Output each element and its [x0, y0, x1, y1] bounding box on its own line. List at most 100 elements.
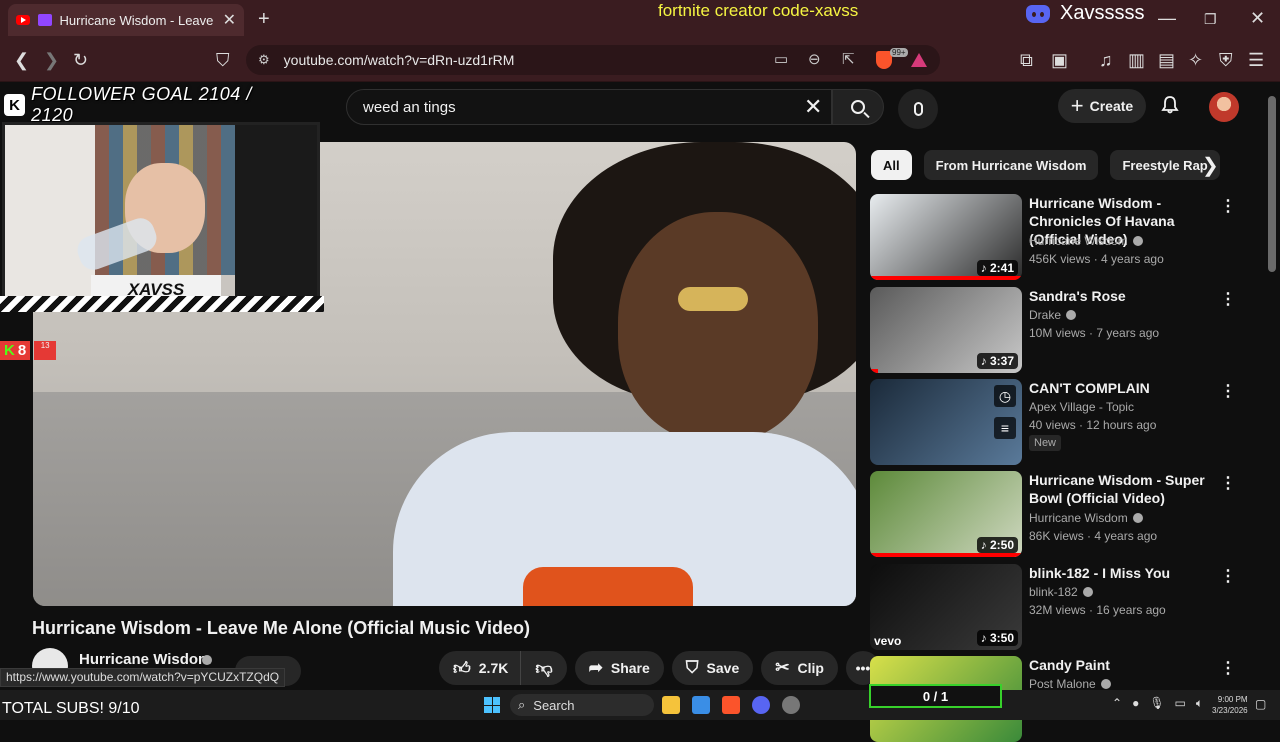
save-button[interactable]: ⛉ Save: [671, 651, 754, 685]
chip-from-channel[interactable]: From Hurricane Wisdom: [923, 150, 1099, 180]
discord-taskbar-icon[interactable]: [752, 696, 770, 714]
recommendation-card[interactable]: ♪ 2:41 Hurricane Wisdom - Chronicles Of H…: [870, 194, 1236, 280]
chip-all[interactable]: All: [871, 150, 912, 180]
clip-button[interactable]: ✂ Clip: [761, 651, 838, 685]
more-vertical-icon[interactable]: ⋮: [1220, 289, 1236, 309]
recommendation-title[interactable]: Candy Paint: [1029, 656, 1213, 674]
brave-rewards-icon[interactable]: [911, 53, 927, 67]
sidebar-icon[interactable]: ▥: [1128, 50, 1145, 71]
recommendation-card[interactable]: ♪ 2:50 Hurricane Wisdom - Super Bowl (Off…: [870, 471, 1236, 557]
tab-close-icon[interactable]: ✕: [223, 10, 236, 30]
add-to-queue-icon[interactable]: ≡: [994, 417, 1016, 439]
video-thumbnail[interactable]: ◷ ≡: [870, 379, 1022, 465]
recommendation-title[interactable]: Sandra's Rose: [1029, 287, 1213, 305]
vpn-icon[interactable]: ⛨: [1219, 50, 1233, 71]
recommendation-card[interactable]: ♪ 3:37 Sandra's Rose Drake 10M views · 7 ye…: [870, 287, 1236, 373]
recommendation-channel[interactable]: Hurricane Wisdom: [1029, 234, 1143, 248]
create-button[interactable]: + Create: [1058, 89, 1146, 123]
video-thumbnail[interactable]: ♪ 2:50: [870, 471, 1022, 557]
watch-progress-bar: [870, 276, 1022, 280]
voice-search-button[interactable]: [898, 89, 938, 129]
leo-ai-icon[interactable]: ✧: [1188, 50, 1203, 71]
verified-icon: [1132, 236, 1143, 246]
recommendation-card[interactable]: ◷ ≡ CAN'T COMPLAIN Apex Village - Topic 40 v…: [870, 379, 1236, 465]
address-bar[interactable]: ⚙ youtube.com/watch?v=dRn-uzd1rRM: [246, 45, 940, 75]
video-thumbnail[interactable]: ♪ 3:37: [870, 287, 1022, 373]
browser-tab[interactable]: Hurricane Wisdom - Leave Me Alone (Offic…: [8, 4, 244, 36]
search-input[interactable]: weed an tings: [346, 89, 832, 125]
channel-name[interactable]: Hurricane Wisdom: [79, 651, 211, 668]
clear-search-icon[interactable]: ✕: [804, 94, 822, 120]
new-tab-button[interactable]: +: [258, 8, 270, 31]
tray-volume-icon[interactable]: 🔈︎: [1196, 696, 1203, 711]
recommendation-channel[interactable]: Post Malone: [1029, 677, 1111, 691]
tab-group-icon: [37, 14, 52, 26]
more-vertical-icon[interactable]: ⋮: [1220, 473, 1236, 493]
viewer-count: 8: [17, 342, 27, 359]
reload-icon[interactable]: ↻: [73, 50, 88, 71]
restore-button[interactable]: ❐: [1204, 11, 1217, 28]
store-icon[interactable]: [692, 696, 710, 714]
minimize-button[interactable]: —: [1158, 8, 1176, 29]
forward-icon[interactable]: ❯: [44, 50, 59, 71]
video-thumbnail[interactable]: ♪ 3:50 vevo: [870, 564, 1022, 650]
page-scrollbar[interactable]: [1268, 96, 1276, 272]
tray-app-icon[interactable]: ●: [1132, 696, 1139, 711]
tray-network-icon[interactable]: ▭: [1175, 696, 1186, 711]
verified-icon: [1132, 513, 1143, 523]
extensions-icon[interactable]: ⧉: [1020, 50, 1033, 71]
zoom-icon[interactable]: ⊖: [808, 50, 821, 68]
clock-time: 9:00 PM: [1217, 695, 1248, 704]
discord-username: Xavsssss: [1060, 2, 1145, 24]
tab-title: Hurricane Wisdom - Leave Me Alone (Offic…: [59, 12, 215, 28]
window-close-button[interactable]: ✕: [1250, 8, 1265, 29]
bookmark-icon[interactable]: ⛉: [216, 50, 230, 71]
tray-mic-icon[interactable]: 🎙︎: [1149, 696, 1164, 711]
file-explorer-icon[interactable]: [662, 696, 680, 714]
new-badge: New: [1029, 435, 1062, 451]
more-vertical-icon[interactable]: ⋮: [1220, 658, 1236, 678]
chips-next-icon[interactable]: ❯: [1202, 153, 1219, 178]
channel-label: Hurricane Wisdom: [1029, 511, 1128, 525]
recommendation-title[interactable]: blink-182 - I Miss You: [1029, 564, 1213, 582]
recommendation-channel[interactable]: Apex Village - Topic: [1029, 400, 1134, 414]
account-avatar[interactable]: [1209, 92, 1239, 122]
watch-later-icon[interactable]: ◷: [994, 385, 1016, 407]
tab-search-icon[interactable]: ▣: [1051, 50, 1068, 71]
create-label: Create: [1089, 98, 1134, 114]
recommendation-channel[interactable]: Drake: [1029, 308, 1077, 322]
search-button[interactable]: [832, 89, 884, 125]
windows-start-icon[interactable]: [484, 697, 500, 713]
recommendation-card[interactable]: ♪ 3:50 vevo blink-182 - I Miss You blink-18…: [870, 564, 1236, 650]
share-button[interactable]: ➦ Share: [574, 651, 664, 685]
wallet-icon[interactable]: ▤: [1158, 50, 1175, 71]
more-vertical-icon[interactable]: ⋮: [1220, 566, 1236, 586]
share-page-icon[interactable]: ⇱: [842, 50, 855, 68]
tray-chevron-icon[interactable]: ⌃: [1112, 696, 1122, 711]
notification-center-icon[interactable]: ▢: [1255, 697, 1266, 711]
more-vertical-icon[interactable]: ⋮: [1220, 196, 1236, 216]
settings-taskbar-icon[interactable]: [782, 696, 800, 714]
site-info-icon[interactable]: ⚙: [258, 52, 270, 68]
recommendation-channel[interactable]: blink-182: [1029, 585, 1093, 599]
media-icon[interactable]: ♫: [1099, 50, 1113, 71]
brave-taskbar-icon[interactable]: [722, 696, 740, 714]
cast-icon[interactable]: ▭: [774, 50, 788, 68]
verified-icon: [1100, 679, 1111, 689]
sub-counter-overlay: 0 / 1: [869, 684, 1002, 708]
taskbar-clock[interactable]: 9:00 PM 3/23/2026: [1212, 694, 1248, 716]
taskbar-search[interactable]: ⌕ Search: [510, 694, 654, 716]
recommendation-title[interactable]: Hurricane Wisdom - Super Bowl (Official …: [1029, 471, 1213, 507]
video-actions: 👍︎ 2.7K 👎︎ ➦ Share ⛉ Save ✂ Clip •••: [439, 651, 880, 685]
notifications-bell-icon[interactable]: [1160, 95, 1180, 115]
scissors-icon: ✂: [775, 658, 790, 677]
dislike-button[interactable]: 👎︎: [521, 651, 567, 685]
video-frame-grill: [678, 287, 748, 311]
recommendation-title[interactable]: CAN'T COMPLAIN: [1029, 379, 1213, 397]
video-thumbnail[interactable]: ♪ 2:41: [870, 194, 1022, 280]
like-button[interactable]: 👍︎ 2.7K: [439, 651, 522, 685]
menu-icon[interactable]: ☰: [1248, 50, 1264, 71]
back-icon[interactable]: ❮: [14, 50, 29, 71]
recommendation-channel[interactable]: Hurricane Wisdom: [1029, 511, 1143, 525]
more-vertical-icon[interactable]: ⋮: [1220, 381, 1236, 401]
